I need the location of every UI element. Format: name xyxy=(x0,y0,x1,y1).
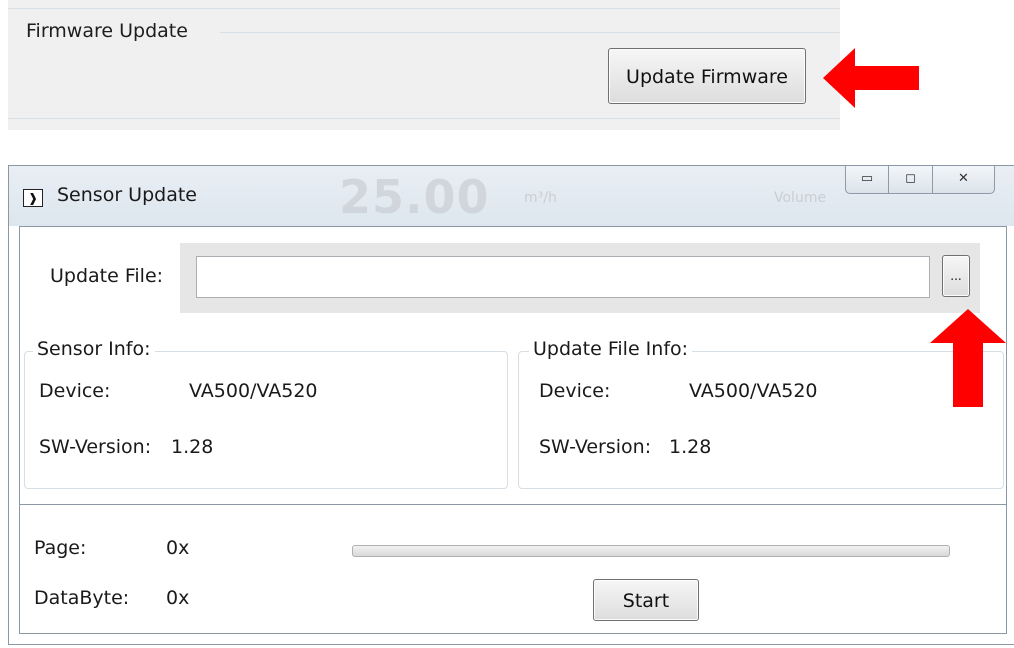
close-button[interactable]: ✕ xyxy=(933,166,995,194)
panel-bottom-border xyxy=(8,118,840,119)
app-icon[interactable]: ❱ xyxy=(23,189,43,207)
section-divider xyxy=(20,504,1006,505)
update-file-label: Update File: xyxy=(50,265,164,287)
sensor-sw-version-value: 1.28 xyxy=(171,436,214,458)
sensor-device-label: Device: xyxy=(39,380,111,402)
background-label: Volume xyxy=(774,190,827,206)
databyte-value: 0x xyxy=(166,587,190,609)
minimize-button[interactable]: ▭ xyxy=(845,166,889,194)
page-label: Page: xyxy=(34,537,87,559)
caption-buttons: ▭ ◻ ✕ xyxy=(845,166,995,194)
start-button[interactable]: Start xyxy=(593,579,699,621)
file-device-label: Device: xyxy=(539,380,611,402)
file-sw-version-value: 1.28 xyxy=(669,436,712,458)
databyte-label: DataByte: xyxy=(34,587,130,609)
window-title: Sensor Update xyxy=(57,184,197,206)
maximize-icon: ◻ xyxy=(905,171,916,186)
minimize-icon: ▭ xyxy=(860,171,874,186)
firmware-update-group-title: Firmware Update xyxy=(26,20,194,42)
firmware-update-panel: Firmware Update Update Firmware xyxy=(8,0,840,130)
browse-button[interactable]: ... xyxy=(942,255,970,297)
file-device-value: VA500/VA520 xyxy=(689,380,818,402)
arrow-left-annotation xyxy=(823,48,919,108)
sensor-info-title: Sensor Info: xyxy=(33,338,155,360)
sensor-device-value: VA500/VA520 xyxy=(189,380,318,402)
title-bar[interactable]: ❱ Sensor Update 25.00 m³/h Volume ▭ ◻ ✕ xyxy=(9,166,1014,226)
update-file-info-title: Update File Info: xyxy=(529,338,693,360)
window-client-area: Update File: ... Sensor Info: Device: VA… xyxy=(19,226,1007,634)
arrow-up-annotation xyxy=(930,309,1006,407)
group-border xyxy=(220,32,840,33)
update-progress-bar xyxy=(352,545,950,557)
update-file-input[interactable] xyxy=(196,256,930,298)
maximize-button[interactable]: ◻ xyxy=(889,166,933,194)
close-icon: ✕ xyxy=(958,171,969,186)
background-reading: 25.00 xyxy=(339,170,490,224)
background-unit: m³/h xyxy=(524,190,557,206)
sensor-sw-version-label: SW-Version: xyxy=(39,436,152,458)
page-value: 0x xyxy=(166,537,190,559)
panel-top-border xyxy=(8,8,840,9)
sensor-update-window: ❱ Sensor Update 25.00 m³/h Volume ▭ ◻ ✕ … xyxy=(8,165,1014,645)
file-sw-version-label: SW-Version: xyxy=(539,436,652,458)
update-firmware-button[interactable]: Update Firmware xyxy=(608,48,806,104)
sensor-info-group: Sensor Info: Device: VA500/VA520 SW-Vers… xyxy=(24,338,508,489)
